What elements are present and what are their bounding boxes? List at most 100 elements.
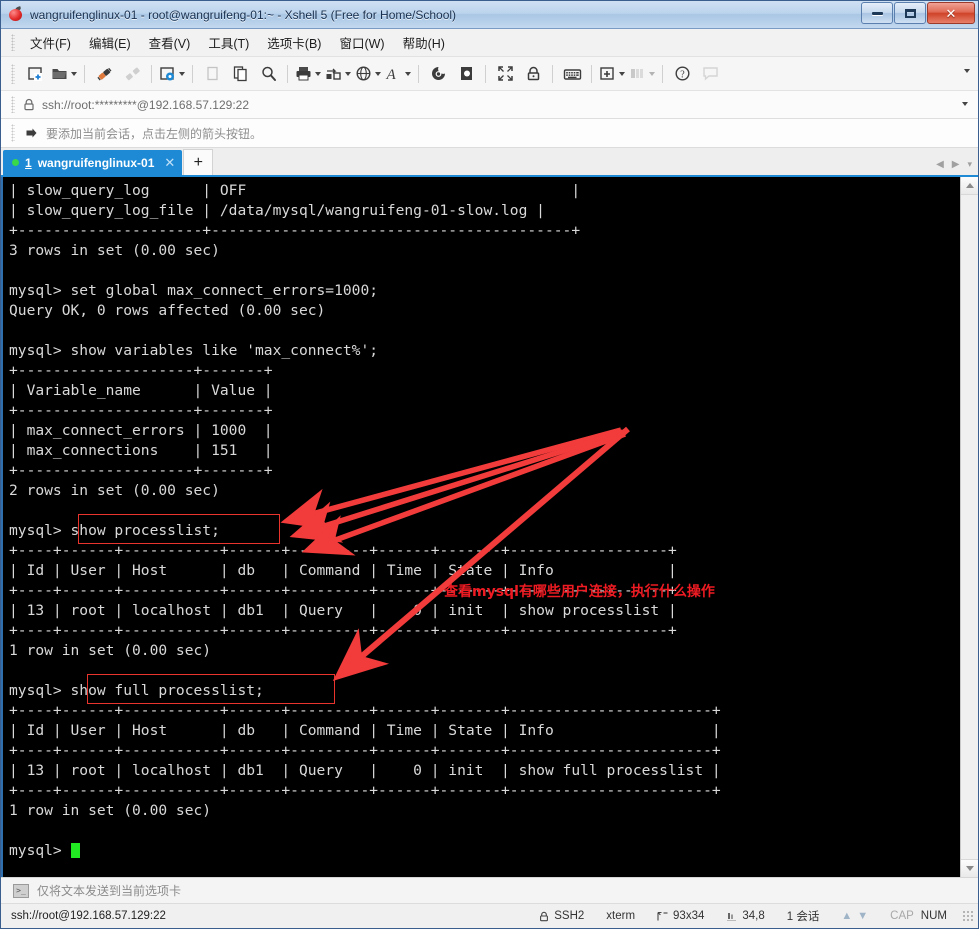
find-button[interactable] xyxy=(254,62,282,86)
fullscreen-button[interactable] xyxy=(491,62,519,86)
padlock-icon xyxy=(23,98,35,111)
resize-grip[interactable] xyxy=(962,910,974,922)
status-cursor: 34,8 xyxy=(715,910,775,922)
toolbar-separator xyxy=(485,64,486,83)
chevron-down-icon[interactable] xyxy=(964,69,970,73)
chevron-down-icon[interactable] xyxy=(405,71,411,76)
close-button[interactable]: ✕ xyxy=(927,2,975,24)
scroll-down-button[interactable] xyxy=(961,859,978,877)
toolbar-grip[interactable] xyxy=(11,63,15,84)
address-dropdown-button[interactable] xyxy=(959,102,968,106)
chevron-down-icon[interactable] xyxy=(619,71,625,76)
address-grip[interactable] xyxy=(11,96,15,113)
properties-button[interactable] xyxy=(157,62,187,86)
tab-index: 1 xyxy=(25,155,32,170)
toolbar-separator xyxy=(151,64,152,83)
title-bar: wangruifenglinux-01 - root@wangruifeng-0… xyxy=(1,1,978,29)
toolbar: A ? xyxy=(1,57,978,91)
tab-wangruifenglinux-01[interactable]: 1 wangruifenglinux-01 ✕ xyxy=(3,150,183,175)
protocol-label: SSH2 xyxy=(554,910,585,922)
copy-button[interactable] xyxy=(226,62,254,86)
terminal-screen[interactable]: | slow_query_log | OFF | | slow_query_lo… xyxy=(1,177,960,877)
padlock-icon xyxy=(539,911,549,922)
chevron-down-icon[interactable] xyxy=(375,71,381,76)
chevron-down-icon[interactable] xyxy=(649,71,655,76)
hint-text: 要添加当前会话，点击左侧的箭头按钮。 xyxy=(46,126,263,141)
chevron-down-icon[interactable] xyxy=(71,71,77,76)
session-log-button[interactable] xyxy=(424,62,452,86)
chevron-down-icon[interactable] xyxy=(179,71,185,76)
status-indicators: SSH2 xterm 93x34 34,8 1 会话 ▲ ▼ CAP NUM xyxy=(528,904,974,928)
num-indicator: NUM xyxy=(920,910,947,922)
toolbar-separator xyxy=(662,64,663,83)
new-tab-button[interactable]: + xyxy=(183,149,214,175)
menu-tabs[interactable]: 选项卡(B) xyxy=(258,29,330,56)
menu-grip[interactable] xyxy=(11,34,15,51)
toolbar-separator xyxy=(287,64,288,83)
scroll-up-button[interactable] xyxy=(961,177,978,195)
window-title: wangruifenglinux-01 - root@wangruifeng-0… xyxy=(30,7,457,22)
tab-navigation: ◀ ▶ ▾ xyxy=(936,159,972,170)
menu-window[interactable]: 窗口(W) xyxy=(330,29,393,56)
cut-button[interactable] xyxy=(198,62,226,86)
keyboard-button[interactable] xyxy=(558,62,586,86)
session-hint-bar: 要添加当前会话，点击左侧的箭头按钮。 xyxy=(1,119,978,148)
tab-next-icon[interactable]: ▶ xyxy=(952,159,960,170)
toolbar-separator xyxy=(192,64,193,83)
menu-file[interactable]: 文件(F) xyxy=(21,29,80,56)
lock-button[interactable] xyxy=(519,62,547,86)
tab-strip: 1 wangruifenglinux-01 ✕ + ◀ ▶ ▾ xyxy=(1,148,978,177)
screen-size-icon xyxy=(657,911,668,922)
add-window-button[interactable] xyxy=(597,62,627,86)
status-size: 93x34 xyxy=(646,910,715,922)
capture-button[interactable] xyxy=(452,62,480,86)
status-emulation: xterm xyxy=(606,910,636,922)
maximize-button[interactable] xyxy=(894,2,926,24)
status-protocol: SSH2 xyxy=(528,910,595,922)
send-text-label[interactable]: 仅将文本发送到当前选项卡 xyxy=(37,882,181,899)
tab-list-icon[interactable]: ▾ xyxy=(967,159,972,170)
open-session-button[interactable] xyxy=(49,62,79,86)
toolbar-overflow-button[interactable] xyxy=(961,69,970,73)
arrange-panes-button[interactable] xyxy=(627,62,657,86)
svg-text:?: ? xyxy=(680,69,685,80)
status-transfer: ▲ ▼ xyxy=(830,910,879,922)
arrow-down-icon: ▼ xyxy=(857,910,869,922)
size-label: 93x34 xyxy=(673,910,705,922)
menu-bar: 文件(F) 编辑(E) 查看(V) 工具(T) 选项卡(B) 窗口(W) 帮助(… xyxy=(1,29,978,57)
connect-button[interactable] xyxy=(90,62,118,86)
cursor-pos-label: 34,8 xyxy=(742,910,765,922)
help-button[interactable]: ? xyxy=(668,62,696,86)
new-session-button[interactable] xyxy=(21,62,49,86)
status-sessions: 1 会话 xyxy=(786,911,820,923)
menu-view[interactable]: 查看(V) xyxy=(140,29,200,56)
font-button[interactable]: A xyxy=(383,62,413,86)
web-button[interactable] xyxy=(353,62,383,86)
terminal-prompt-icon: >_ xyxy=(13,883,29,898)
address-input[interactable]: ssh://root:*********@192.168.57.129:22 xyxy=(42,98,249,112)
arrow-up-icon: ▲ xyxy=(841,910,853,922)
terminal-output: | slow_query_log | OFF | | slow_query_lo… xyxy=(9,182,721,859)
toolbar-separator xyxy=(552,64,553,83)
disconnect-button[interactable] xyxy=(118,62,146,86)
menu-tools[interactable]: 工具(T) xyxy=(199,29,258,56)
terminal-scrollbar[interactable] xyxy=(960,177,978,877)
svg-text:A: A xyxy=(386,67,397,82)
toolbar-separator xyxy=(591,64,592,83)
tab-close-icon[interactable]: ✕ xyxy=(164,155,175,171)
caps-indicator: CAP xyxy=(890,910,914,922)
terminal-cursor xyxy=(70,843,80,858)
xshell-window: wangruifenglinux-01 - root@wangruifeng-0… xyxy=(0,0,979,929)
menu-edit[interactable]: 编辑(E) xyxy=(80,29,140,56)
minimize-button[interactable] xyxy=(861,2,893,24)
menu-help[interactable]: 帮助(H) xyxy=(394,29,454,56)
arrow-to-bar-icon[interactable] xyxy=(23,126,38,140)
hint-grip[interactable] xyxy=(11,124,15,142)
file-transfer-button[interactable] xyxy=(323,62,353,86)
chevron-down-icon[interactable] xyxy=(315,71,321,76)
comment-button[interactable] xyxy=(696,62,724,86)
tab-prev-icon[interactable]: ◀ xyxy=(936,159,944,170)
chevron-down-icon[interactable] xyxy=(345,71,351,76)
status-keys: CAP NUM xyxy=(879,910,958,922)
print-button[interactable] xyxy=(293,62,323,86)
